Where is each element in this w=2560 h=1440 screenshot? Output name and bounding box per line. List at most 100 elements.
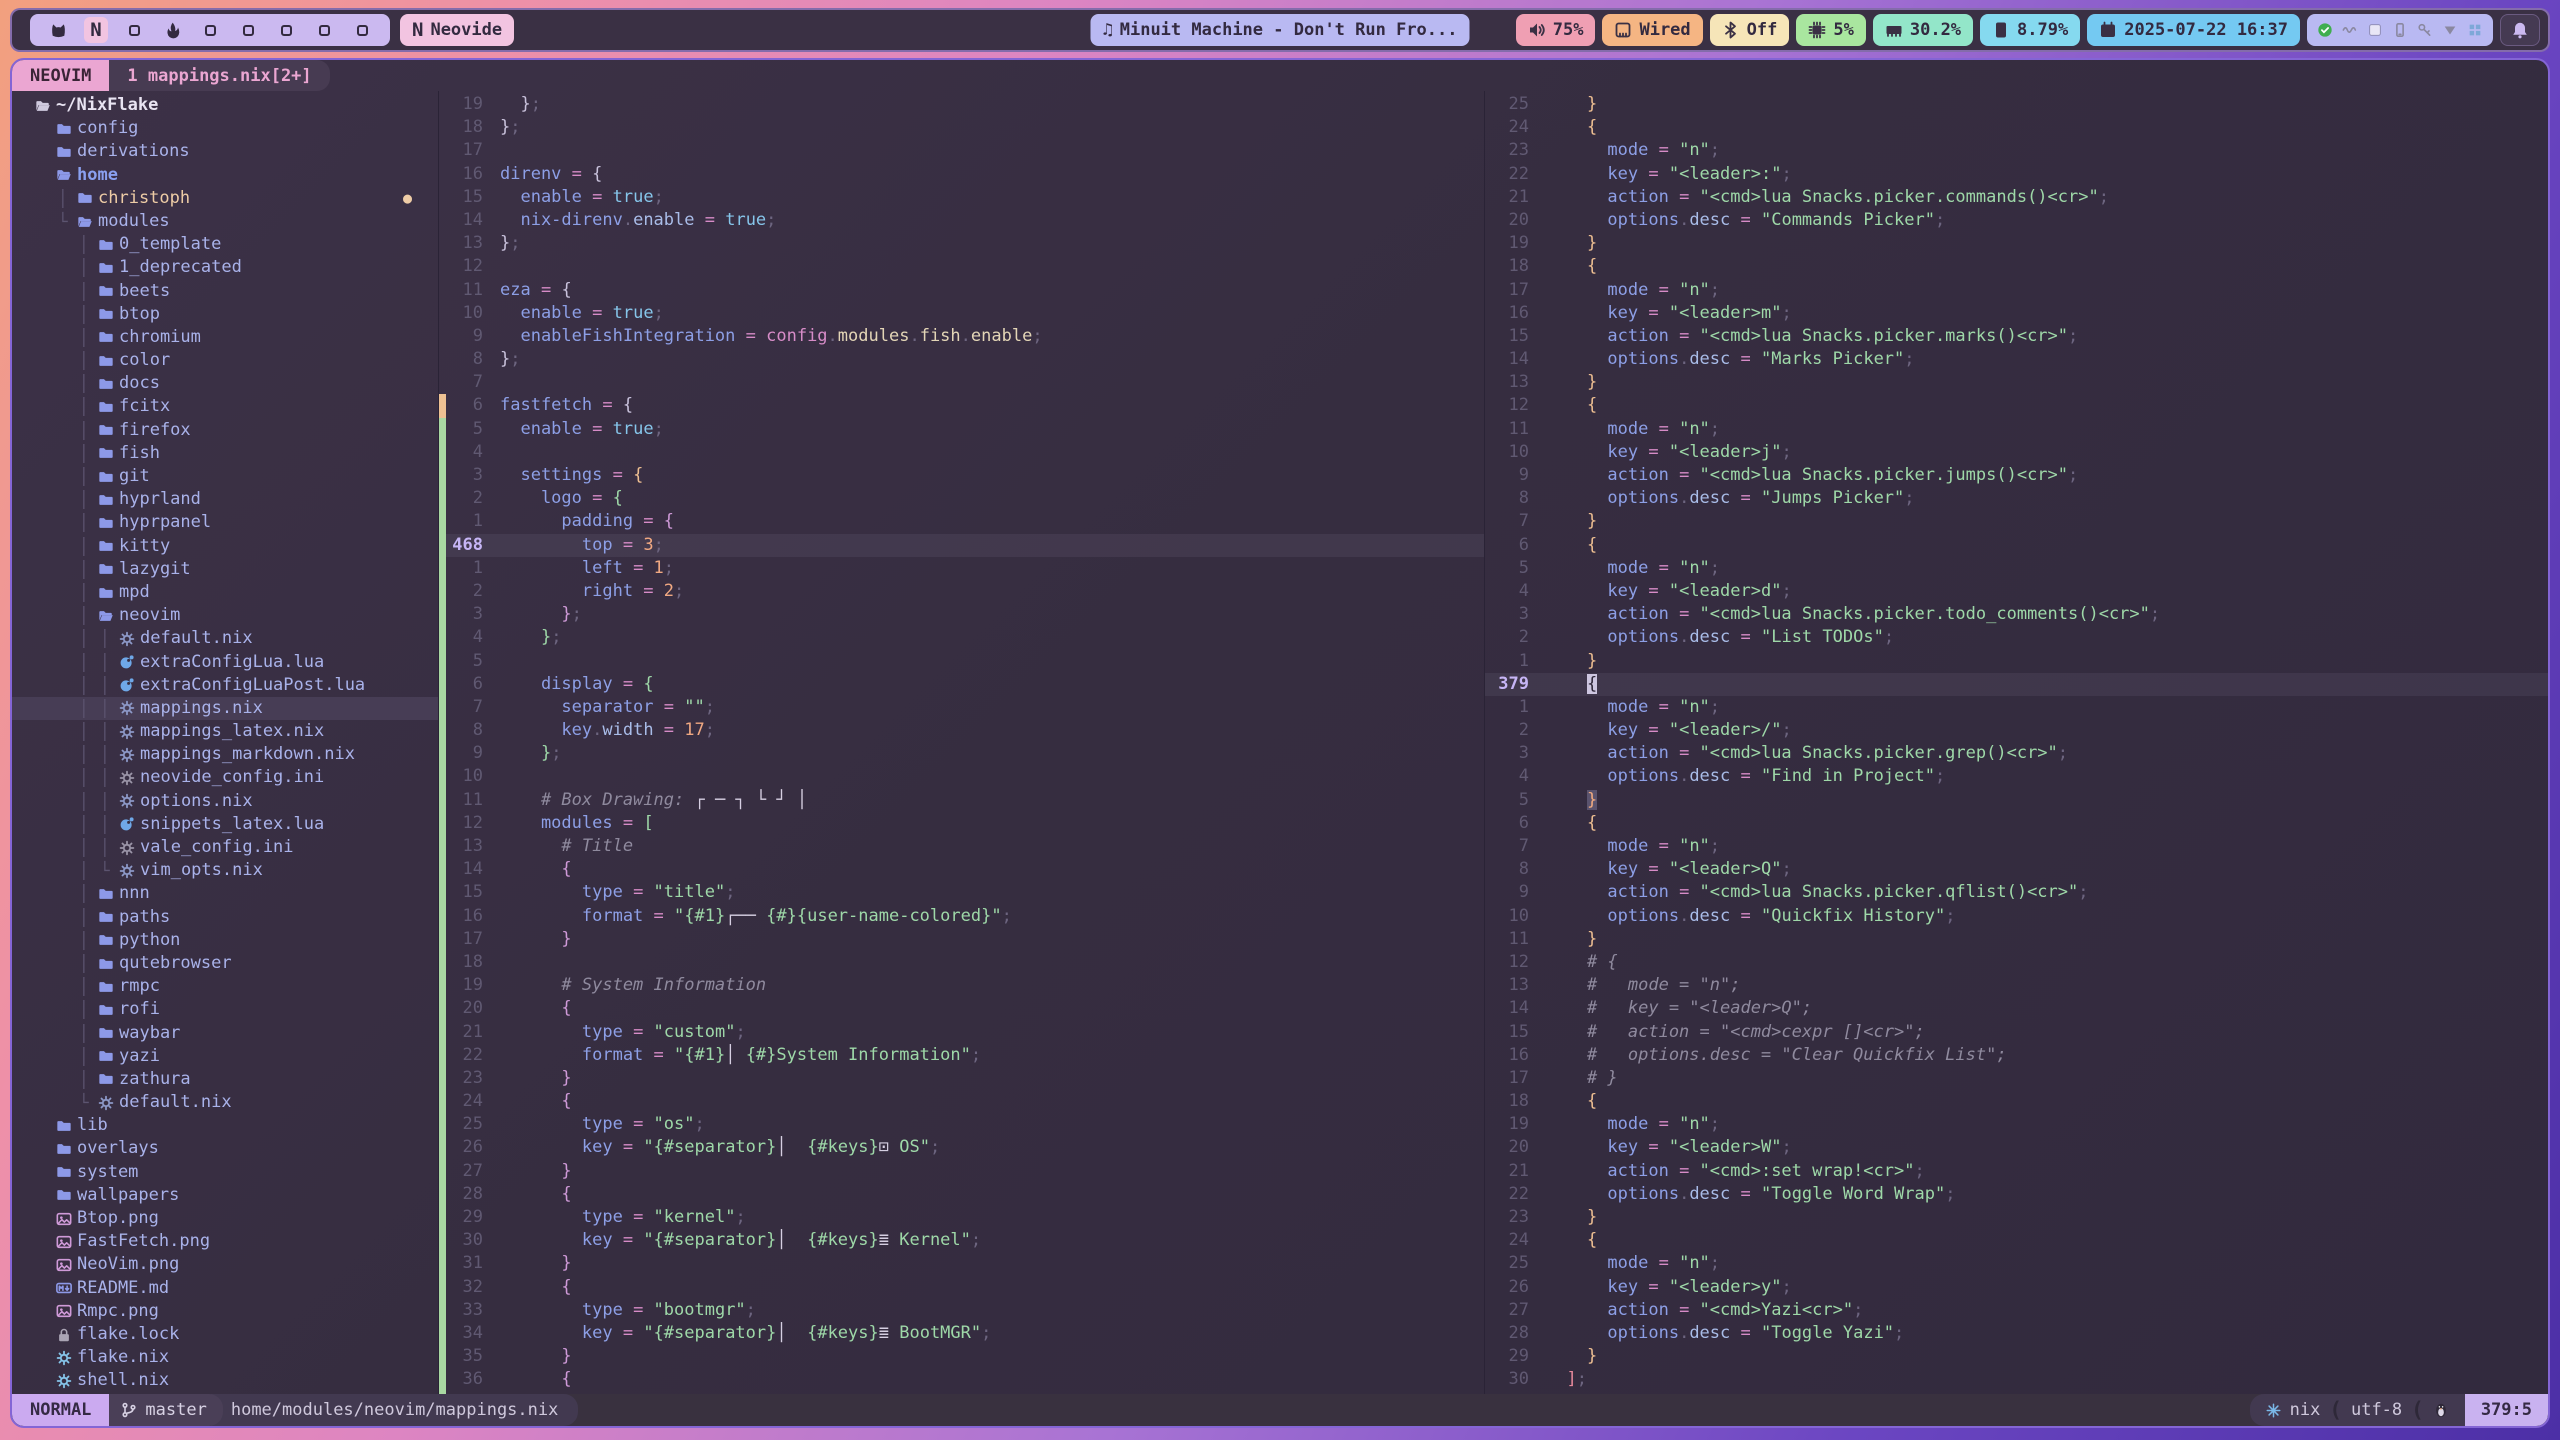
code-line[interactable]: 13 # Title xyxy=(439,835,1484,858)
code-line[interactable]: 26 key = "{#separator}│ {#keys}⊡ OS"; xyxy=(439,1136,1484,1159)
tree-item-0_template[interactable]: │0_template xyxy=(12,233,438,256)
code-line[interactable]: 28 { xyxy=(439,1183,1484,1206)
code-line[interactable]: 6 display = { xyxy=(439,673,1484,696)
tree-item-mpd[interactable]: │mpd xyxy=(12,581,438,604)
code-line[interactable]: 11eza = { xyxy=(439,279,1484,302)
tree-item-btop.png[interactable]: Btop.png xyxy=(12,1207,438,1230)
tree-item-rmpc[interactable]: │rmpc xyxy=(12,975,438,998)
code-line[interactable]: 31 } xyxy=(439,1252,1484,1275)
code-line[interactable]: 10 key = "<leader>j"; xyxy=(1485,441,2548,464)
clock-module[interactable]: 2025-07-22 16:37 xyxy=(2087,14,2300,46)
code-line[interactable]: 22 key = "<leader>:"; xyxy=(1485,163,2548,186)
square-workspace-icon[interactable] xyxy=(274,17,298,43)
tree-item-vale_config.ini[interactable]: ││vale_config.ini xyxy=(12,836,438,859)
code-line[interactable]: 33 type = "bootmgr"; xyxy=(439,1299,1484,1322)
tree-item-neovim.png[interactable]: NeoVim.png xyxy=(12,1253,438,1276)
tree-item-color[interactable]: │color xyxy=(12,349,438,372)
tree-item-mappings_markdown.nix[interactable]: ││mappings_markdown.nix xyxy=(12,743,438,766)
code-line[interactable]: 20 options.desc = "Commands Picker"; xyxy=(1485,209,2548,232)
code-line[interactable]: 4 xyxy=(439,441,1484,464)
triangle-icon[interactable] xyxy=(2442,22,2458,38)
code-line[interactable]: 20 key = "<leader>W"; xyxy=(1485,1136,2548,1159)
code-line[interactable]: 6 { xyxy=(1485,534,2548,557)
code-line[interactable]: 8 key.width = 17; xyxy=(439,719,1484,742)
code-line[interactable]: 4 key = "<leader>d"; xyxy=(1485,580,2548,603)
tree-item-python[interactable]: │python xyxy=(12,929,438,952)
code-line[interactable]: 12 modules = [ xyxy=(439,812,1484,835)
tree-item-hyprland[interactable]: │hyprland xyxy=(12,488,438,511)
code-line[interactable]: 8 key = "<leader>Q"; xyxy=(1485,858,2548,881)
code-line[interactable]: 21 action = "<cmd>lua Snacks.picker.comm… xyxy=(1485,186,2548,209)
phone-icon[interactable] xyxy=(2392,22,2408,38)
code-line[interactable]: 30 ]; xyxy=(1485,1368,2548,1391)
code-line[interactable]: 13}; xyxy=(439,232,1484,255)
tree-item-modules[interactable]: └modules xyxy=(12,210,438,233)
tree-item-1_deprecated[interactable]: │1_deprecated xyxy=(12,256,438,279)
tree-item-options.nix[interactable]: ││options.nix xyxy=(12,790,438,813)
code-line[interactable]: 5 } xyxy=(1485,789,2548,812)
code-line[interactable]: 27 action = "<cmd>Yazi<cr>"; xyxy=(1485,1299,2548,1322)
code-line[interactable]: 27 } xyxy=(439,1160,1484,1183)
tree-item-git[interactable]: │git xyxy=(12,465,438,488)
code-line[interactable]: 5 enable = true; xyxy=(439,418,1484,441)
tree-item-readme.md[interactable]: README.md xyxy=(12,1277,438,1300)
code-line[interactable]: 9 }; xyxy=(439,742,1484,765)
code-line[interactable]: 17 xyxy=(439,139,1484,162)
code-line[interactable]: 35 } xyxy=(439,1345,1484,1368)
code-line[interactable]: 3 action = "<cmd>lua Snacks.picker.grep(… xyxy=(1485,742,2548,765)
tree-item-beets[interactable]: │beets xyxy=(12,280,438,303)
code-line[interactable]: 2 right = 2; xyxy=(439,580,1484,603)
tab-mappings-nix[interactable]: 1 mappings.nix[2+] xyxy=(109,60,329,91)
tree-item-neovide_config.ini[interactable]: ││neovide_config.ini xyxy=(12,766,438,789)
tree-item-fastfetch.png[interactable]: FastFetch.png xyxy=(12,1230,438,1253)
tree-item-extraconfiglua.lua[interactable]: ││extraConfigLua.lua xyxy=(12,651,438,674)
tree-item-extraconfigluapost.lua[interactable]: ││extraConfigLuaPost.lua xyxy=(12,674,438,697)
code-line[interactable]: 1 } xyxy=(1485,650,2548,673)
code-line[interactable]: 17 } xyxy=(439,928,1484,951)
tree-item-config[interactable]: config xyxy=(12,117,438,140)
code-line[interactable]: 15 enable = true; xyxy=(439,186,1484,209)
code-line[interactable]: 14 # key = "<leader>Q"; xyxy=(1485,997,2548,1020)
tree-item-shell.nix[interactable]: shell.nix xyxy=(12,1369,438,1392)
code-line[interactable]: 16direnv = { xyxy=(439,163,1484,186)
code-line[interactable]: 25 mode = "n"; xyxy=(1485,1252,2548,1275)
grid-icon[interactable] xyxy=(2467,22,2483,38)
code-line[interactable]: 8 options.desc = "Jumps Picker"; xyxy=(1485,487,2548,510)
disk-module[interactable]: 8.79% xyxy=(1980,14,2080,46)
code-line[interactable]: 15 # action = "<cmd>cexpr []<cr>"; xyxy=(1485,1021,2548,1044)
cursor-line[interactable]: 379 { xyxy=(1485,673,2548,696)
code-line[interactable]: 3 }; xyxy=(439,603,1484,626)
tree-item-fish[interactable]: │fish xyxy=(12,442,438,465)
code-line[interactable]: 5 xyxy=(439,650,1484,673)
code-line[interactable]: 30 key = "{#separator}│ {#keys}≣ Kernel"… xyxy=(439,1229,1484,1252)
code-line[interactable]: 18 xyxy=(439,951,1484,974)
code-line[interactable]: 2 options.desc = "List TODOs"; xyxy=(1485,626,2548,649)
cat-workspace-icon[interactable] xyxy=(46,17,70,43)
code-line[interactable]: 21 action = "<cmd>:set wrap!<cr>"; xyxy=(1485,1160,2548,1183)
code-line[interactable]: 29 type = "kernel"; xyxy=(439,1206,1484,1229)
code-line[interactable]: 18 { xyxy=(1485,1090,2548,1113)
tree-item-flake.nix[interactable]: flake.nix xyxy=(12,1346,438,1369)
code-line[interactable]: 19 }; xyxy=(439,93,1484,116)
code-line[interactable]: 11 mode = "n"; xyxy=(1485,418,2548,441)
system-tray[interactable] xyxy=(2307,14,2493,46)
code-line[interactable]: 13 # mode = "n"; xyxy=(1485,974,2548,997)
tree-item-qutebrowser[interactable]: │qutebrowser xyxy=(12,952,438,975)
tree-item-overlays[interactable]: overlays xyxy=(12,1137,438,1160)
code-line[interactable]: 24 { xyxy=(1485,1229,2548,1252)
tree-item-snippets_latex.lua[interactable]: ││snippets_latex.lua xyxy=(12,813,438,836)
tree-item-derivations[interactable]: derivations xyxy=(12,140,438,163)
tree-item-wallpapers[interactable]: wallpapers xyxy=(12,1184,438,1207)
code-line[interactable]: 24 { xyxy=(439,1090,1484,1113)
code-line[interactable]: 7 separator = ""; xyxy=(439,696,1484,719)
cpu-module[interactable]: 5% xyxy=(1796,14,1865,46)
tree-item-system[interactable]: system xyxy=(12,1161,438,1184)
workspaces-module[interactable]: N xyxy=(30,14,390,46)
code-line[interactable]: 16 # options.desc = "Clear Quickfix List… xyxy=(1485,1044,2548,1067)
tree-item-paths[interactable]: │paths xyxy=(12,906,438,929)
code-line[interactable]: 19 mode = "n"; xyxy=(1485,1113,2548,1136)
code-line[interactable]: 6 { xyxy=(1485,812,2548,835)
code-line[interactable]: 12 { xyxy=(1485,394,2548,417)
tree-item-lazygit[interactable]: │lazygit xyxy=(12,558,438,581)
code-line[interactable]: 14 { xyxy=(439,858,1484,881)
